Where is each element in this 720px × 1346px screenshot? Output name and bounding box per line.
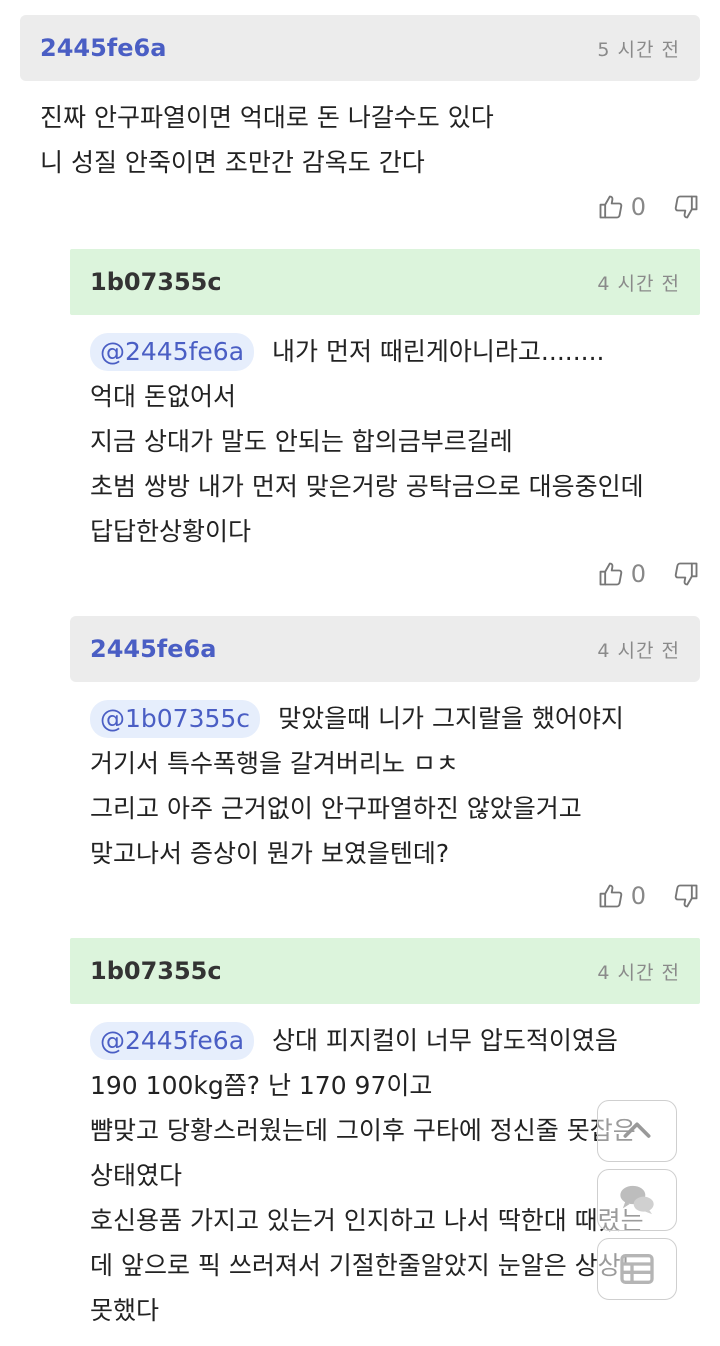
comment-header: 2445fe6a 4 시간 전 bbox=[70, 616, 700, 682]
comment-line: 억대 돈없어서 bbox=[90, 382, 236, 411]
comment-line: 맞았을때 니가 그지랄을 했어야지 bbox=[278, 704, 624, 733]
comment-header: 1b07355c 4 시간 전 bbox=[70, 249, 700, 315]
thumbs-down-icon bbox=[674, 562, 698, 586]
comment-line: 니 성질 안죽이면 조만간 감옥도 간다 bbox=[40, 148, 425, 177]
comment-time: 4 시간 전 bbox=[597, 961, 680, 984]
chat-bubbles-icon bbox=[620, 1185, 654, 1215]
comment-author[interactable]: 2445fe6a bbox=[40, 34, 166, 62]
comment-view-button[interactable] bbox=[597, 1169, 677, 1231]
comment-line: 지금 상대가 말도 안되는 합의금부르길레 bbox=[90, 427, 513, 456]
comment-header: 1b07355c 4 시간 전 bbox=[70, 938, 700, 1004]
comment-author[interactable]: 2445fe6a bbox=[90, 635, 216, 663]
comment-author[interactable]: 1b07355c bbox=[90, 268, 222, 296]
like-count: 0 bbox=[630, 882, 646, 910]
comment-line: 상대 피지컬이 너무 압도적이였음 bbox=[272, 1026, 618, 1055]
thumbs-up-icon bbox=[599, 884, 622, 908]
mention-tag[interactable]: @2445fe6a bbox=[90, 333, 255, 371]
dislike-button[interactable] bbox=[672, 193, 700, 221]
comment-body: @2445fe6a 내가 먼저 때린게아니라고........ 억대 돈없어서 지… bbox=[70, 315, 700, 554]
comment-line: 내가 먼저 때린게아니라고........ bbox=[272, 337, 605, 366]
comment-time: 4 시간 전 bbox=[597, 639, 680, 662]
like-button[interactable]: 0 bbox=[597, 193, 672, 221]
comment-body: 진짜 안구파열이면 억대로 돈 나갈수도 있다 니 성질 안죽이면 조만간 감옥… bbox=[20, 81, 700, 185]
dislike-button[interactable] bbox=[672, 560, 700, 588]
mention-tag[interactable]: @2445fe6a bbox=[90, 1022, 255, 1060]
comment-line: 진짜 안구파열이면 억대로 돈 나갈수도 있다 bbox=[40, 103, 494, 132]
like-button[interactable]: 0 bbox=[597, 560, 672, 588]
scroll-top-button[interactable] bbox=[597, 1100, 677, 1162]
thumbs-down-icon bbox=[674, 195, 698, 219]
list-button[interactable] bbox=[597, 1238, 677, 1300]
like-count: 0 bbox=[630, 193, 646, 221]
chevron-up-icon bbox=[623, 1122, 651, 1138]
reply-comment: 2445fe6a 4 시간 전 @1b07355c 맞았을때 니가 그지랄을 했어… bbox=[70, 616, 700, 876]
thumbs-down-icon bbox=[674, 884, 698, 908]
vote-bar: 0 bbox=[597, 882, 700, 910]
reply-comment: 1b07355c 4 시간 전 @2445fe6a 내가 먼저 때린게아니라고..… bbox=[70, 249, 700, 554]
mention-tag[interactable]: @1b07355c bbox=[90, 700, 261, 738]
comment-author[interactable]: 1b07355c bbox=[90, 957, 222, 985]
comment-line: 맞고나서 증상이 뭔가 보였을텐데? bbox=[90, 839, 450, 868]
thumbs-up-icon bbox=[599, 195, 622, 219]
comment-time: 5 시간 전 bbox=[597, 38, 680, 61]
list-icon bbox=[620, 1254, 654, 1284]
comment-line: 거기서 특수폭행을 갈겨버리노 ㅁㅊ bbox=[90, 749, 459, 778]
dislike-button[interactable] bbox=[672, 882, 700, 910]
comment-line: 초범 쌍방 내가 먼저 맞은거랑 공탁금으로 대응중인데 bbox=[90, 472, 644, 501]
vote-bar: 0 bbox=[597, 193, 700, 221]
comment: 2445fe6a 5 시간 전 진짜 안구파열이면 억대로 돈 나갈수도 있다 … bbox=[20, 15, 700, 185]
comment-header: 2445fe6a 5 시간 전 bbox=[20, 15, 700, 81]
like-button[interactable]: 0 bbox=[597, 882, 672, 910]
like-count: 0 bbox=[630, 560, 646, 588]
comment-line: 답답한상황이다 bbox=[90, 517, 252, 546]
comment-line: 그리고 아주 근거없이 안구파열하진 않았을거고 bbox=[90, 794, 582, 823]
comment-time: 4 시간 전 bbox=[597, 272, 680, 295]
comment-body: @1b07355c 맞았을때 니가 그지랄을 했어야지 거기서 특수폭행을 갈겨버… bbox=[70, 682, 700, 876]
vote-bar: 0 bbox=[597, 560, 700, 588]
thumbs-up-icon bbox=[599, 562, 622, 586]
